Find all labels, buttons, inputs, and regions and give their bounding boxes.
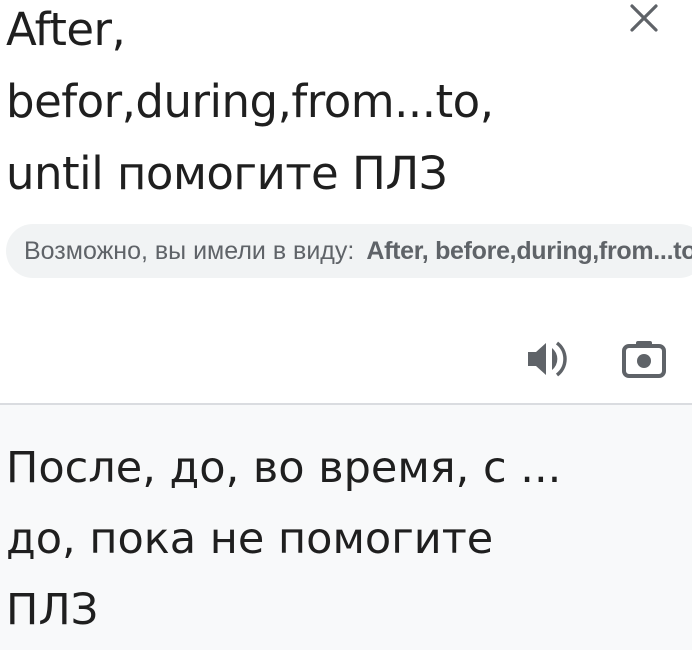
translation-text: После, до, во время, с ... до, пока не п… xyxy=(6,443,562,635)
listen-button[interactable] xyxy=(524,338,570,380)
camera-icon xyxy=(622,341,666,378)
did-you-mean-suggestion[interactable]: After, before,during,from...to, until по… xyxy=(366,237,692,266)
translation-panel: После, до, во время, с ... до, пока не п… xyxy=(0,405,692,650)
source-text[interactable]: After, befor,during,from...to, until пом… xyxy=(6,0,606,210)
camera-button[interactable] xyxy=(620,336,668,382)
speaker-icon xyxy=(528,341,567,377)
translate-page: After, befor,during,from...to, until пом… xyxy=(0,0,692,650)
close-icon xyxy=(630,4,658,32)
did-you-mean-label: Возможно, вы имели в виду: xyxy=(24,236,355,265)
did-you-mean-chip[interactable]: Возможно, вы имели в виду: After, before… xyxy=(6,224,692,278)
clear-button[interactable] xyxy=(622,0,666,36)
